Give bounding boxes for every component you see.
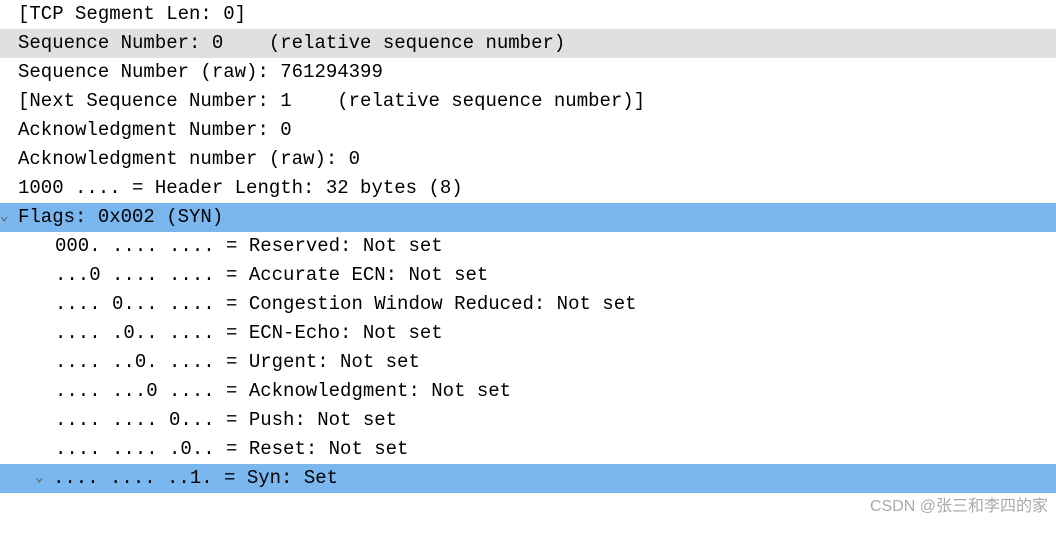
field-flags-label: Flags: 0x002 (SYN) [18,203,223,232]
flag-urgent[interactable]: .... ..0. .... = Urgent: Not set [0,348,1056,377]
field-next-sequence-number[interactable]: [Next Sequence Number: 1 (relative seque… [0,87,1056,116]
watermark: CSDN @张三和李四的家 [870,492,1048,521]
flag-cwr[interactable]: .... 0... .... = Congestion Window Reduc… [0,290,1056,319]
field-flags[interactable]: ⌄ Flags: 0x002 (SYN) [0,203,1056,232]
flag-acknowledgment[interactable]: .... ...0 .... = Acknowledgment: Not set [0,377,1056,406]
flag-reset[interactable]: .... .... .0.. = Reset: Not set [0,435,1056,464]
flag-push[interactable]: .... .... 0... = Push: Not set [0,406,1056,435]
flag-ecn-echo[interactable]: .... .0.. .... = ECN-Echo: Not set [0,319,1056,348]
chevron-down-icon[interactable]: ⌄ [0,203,18,232]
field-acknowledgment-number-raw[interactable]: Acknowledgment number (raw): 0 [0,145,1056,174]
field-sequence-number-raw[interactable]: Sequence Number (raw): 761294399 [0,58,1056,87]
chevron-down-icon[interactable]: ⌄ [35,464,53,493]
flag-syn[interactable]: ⌄ .... .... ..1. = Syn: Set [0,464,1056,493]
flag-syn-label: .... .... ..1. = Syn: Set [53,464,338,493]
field-header-length[interactable]: 1000 .... = Header Length: 32 bytes (8) [0,174,1056,203]
field-sequence-number-relative[interactable]: Sequence Number: 0 (relative sequence nu… [0,29,1056,58]
field-acknowledgment-number[interactable]: Acknowledgment Number: 0 [0,116,1056,145]
field-tcp-segment-len[interactable]: [TCP Segment Len: 0] [0,0,1056,29]
flag-reserved[interactable]: 000. .... .... = Reserved: Not set [0,232,1056,261]
flag-accurate-ecn[interactable]: ...0 .... .... = Accurate ECN: Not set [0,261,1056,290]
